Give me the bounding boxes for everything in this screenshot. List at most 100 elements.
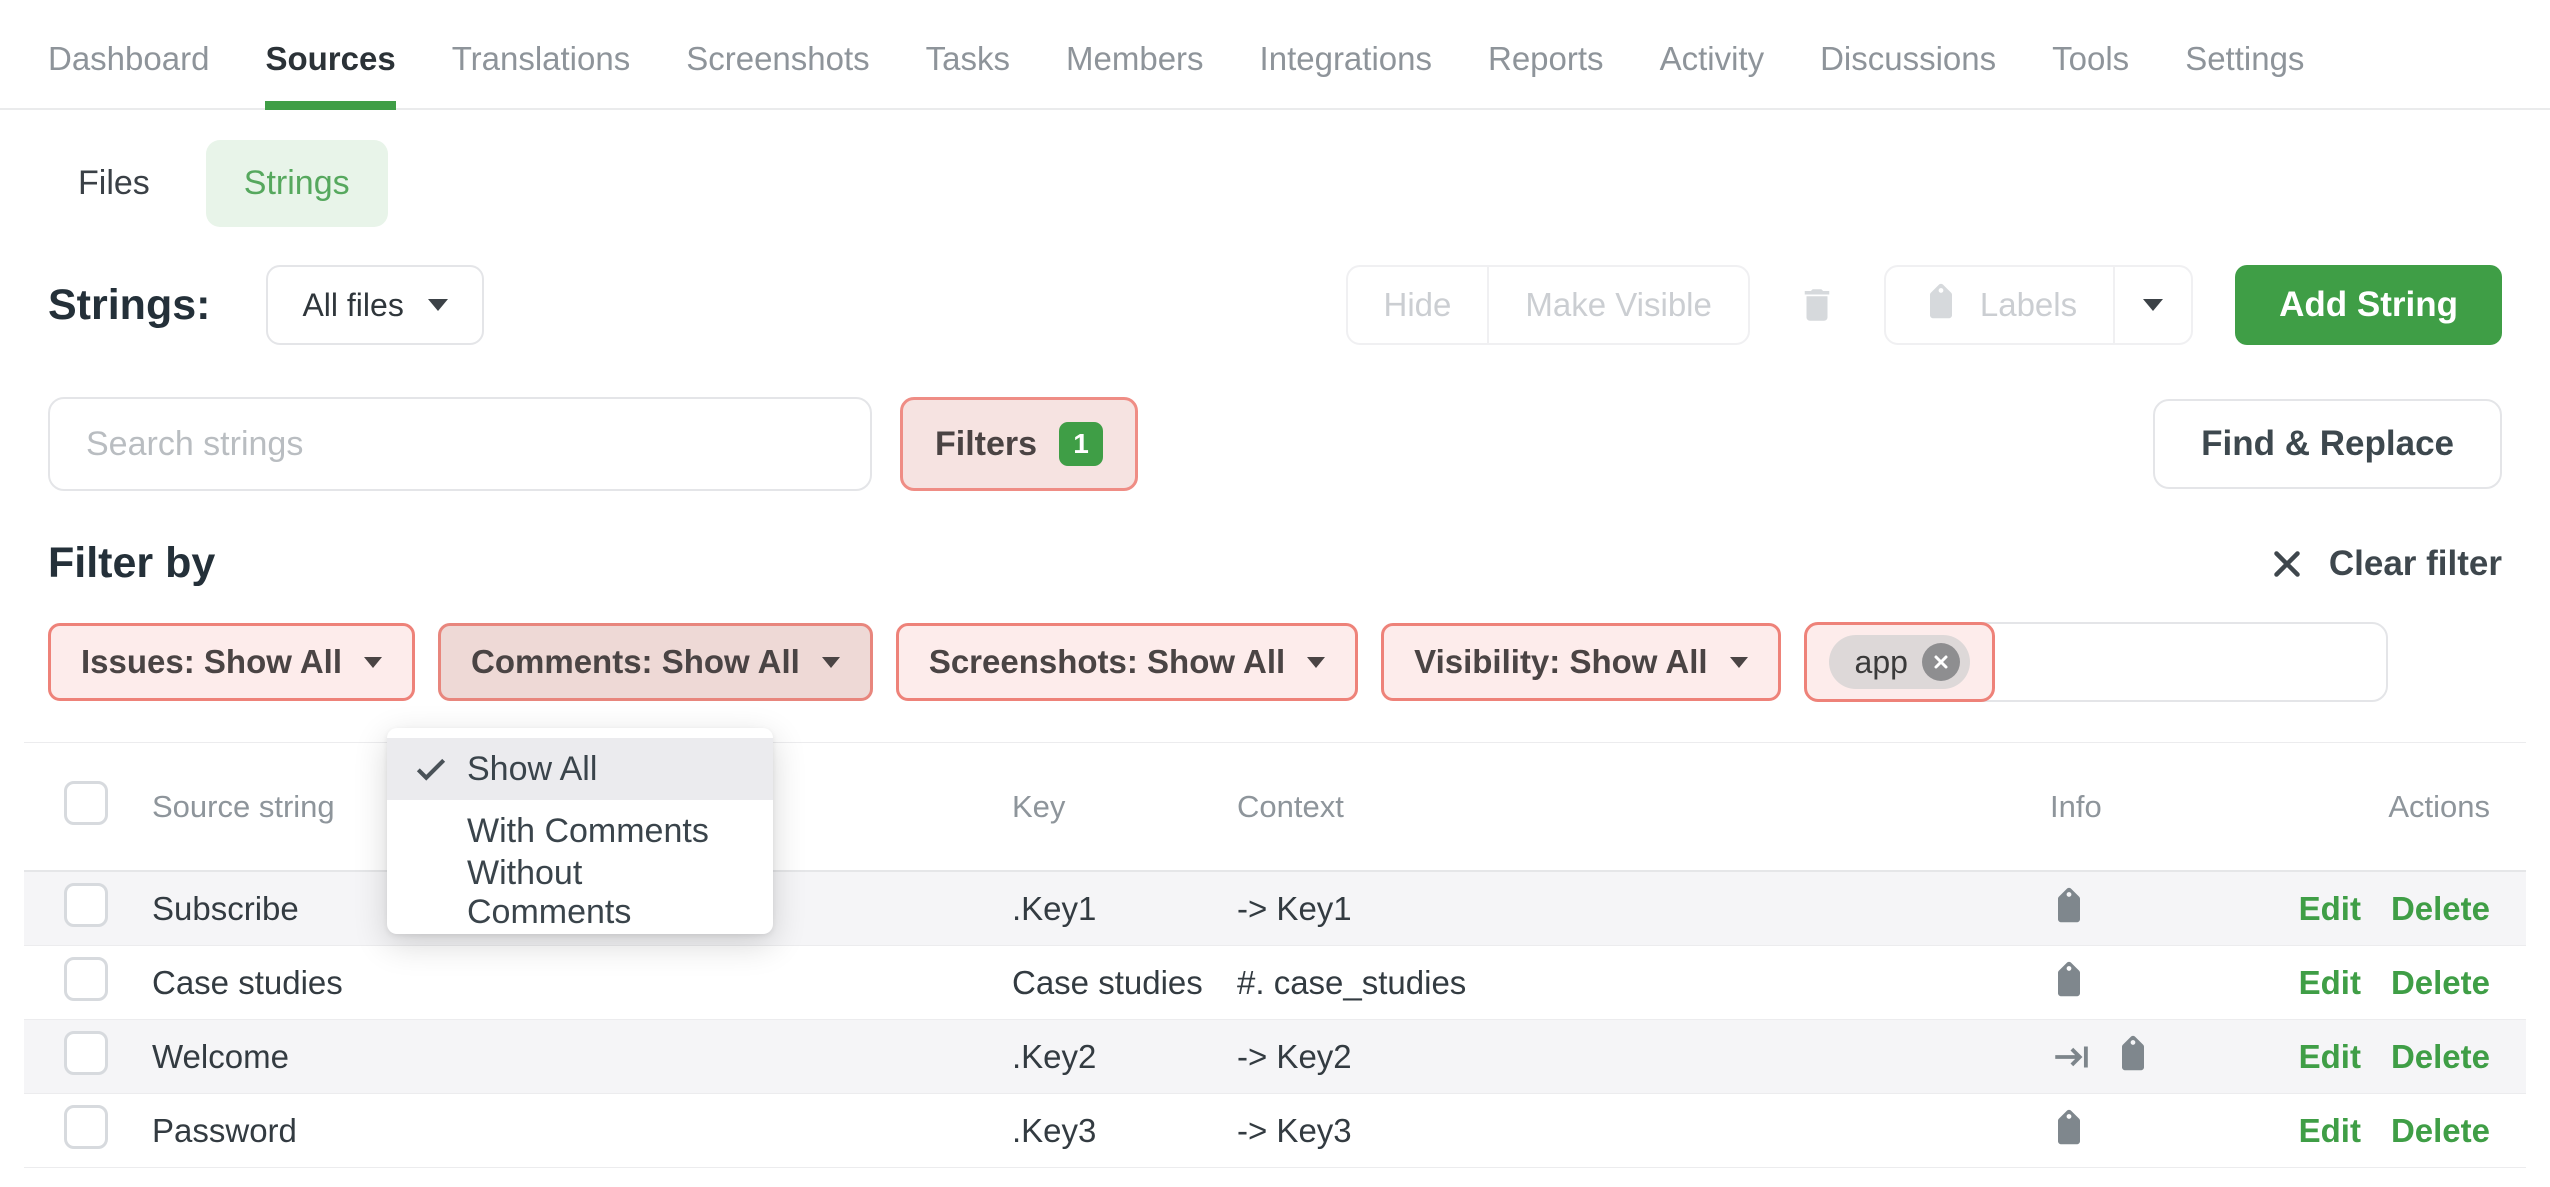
- filter-pill-issues[interactable]: Issues: Show All: [48, 623, 415, 701]
- row-checkbox-cell: [24, 1105, 120, 1157]
- clear-filter-button[interactable]: Clear filter: [2269, 544, 2502, 584]
- nav-item-label: Translations: [452, 40, 631, 77]
- nav-item-dashboard[interactable]: Dashboard: [48, 40, 209, 108]
- labels-button-label: Labels: [1980, 286, 2077, 324]
- file-filter-value: All files: [302, 287, 403, 324]
- nav-item-sources[interactable]: Sources: [265, 40, 395, 108]
- label-chip-text: app: [1855, 644, 1908, 681]
- menu-item-label: With Comments: [467, 812, 709, 851]
- chevron-down-icon: [2143, 299, 2163, 311]
- actions-cell: Edit Delete: [2280, 964, 2526, 1002]
- comments-filter-menu: Show All With Comments Without Comments: [387, 728, 773, 934]
- actions-cell: Edit Delete: [2280, 1112, 2526, 1150]
- delete-link[interactable]: Delete: [2391, 964, 2490, 1002]
- filter-pill-label: Comments: Show All: [471, 643, 800, 681]
- context-cell: -> Key3: [1205, 1112, 1980, 1150]
- visibility-button-group: Hide Make Visible: [1346, 265, 1750, 345]
- filter-pill-label: Issues: Show All: [81, 643, 342, 681]
- labels-filter-input[interactable]: app: [1804, 622, 2388, 702]
- nav-item-screenshots[interactable]: Screenshots: [686, 40, 869, 108]
- table-row: Password .Key3 -> Key3 Edit Delete: [24, 1094, 2526, 1168]
- nav-item-tasks[interactable]: Tasks: [926, 40, 1010, 108]
- actions-cell: Edit Delete: [2280, 890, 2526, 928]
- header-checkbox-cell: [24, 781, 120, 833]
- info-cell: [1980, 1036, 2280, 1078]
- tag-icon: [2042, 1104, 2096, 1158]
- labels-button[interactable]: Labels: [1886, 267, 2113, 343]
- filter-pill-visibility[interactable]: Visibility: Show All: [1381, 623, 1780, 701]
- info-cell: [1980, 1112, 2280, 1150]
- nav-item-label: Settings: [2185, 40, 2304, 77]
- search-input[interactable]: [48, 397, 872, 491]
- tab-files[interactable]: Files: [48, 140, 180, 227]
- select-all-checkbox[interactable]: [64, 781, 108, 825]
- make-visible-button-label: Make Visible: [1525, 286, 1711, 324]
- context-cell: -> Key2: [1205, 1038, 1980, 1076]
- labels-filter-active-zone: app: [1804, 622, 1995, 702]
- delete-link[interactable]: Delete: [2391, 1038, 2490, 1076]
- top-nav: Dashboard Sources Translations Screensho…: [0, 0, 2550, 110]
- nav-item-label: Activity: [1660, 40, 1765, 77]
- strings-toolbar: Strings: All files Hide Make Visible Lab…: [48, 265, 2502, 345]
- nav-item-translations[interactable]: Translations: [452, 40, 631, 108]
- filters-button[interactable]: Filters 1: [900, 397, 1138, 491]
- chevron-down-icon: [428, 299, 448, 311]
- nav-item-label: Tools: [2052, 40, 2129, 77]
- find-replace-button[interactable]: Find & Replace: [2153, 399, 2502, 489]
- filter-pill-comments[interactable]: Comments: Show All: [438, 623, 873, 701]
- table-row: Case studies Case studies #. case_studie…: [24, 946, 2526, 1020]
- nav-item-integrations[interactable]: Integrations: [1260, 40, 1432, 108]
- header-key: Key: [980, 789, 1205, 825]
- key-cell: .Key1: [980, 890, 1205, 928]
- filter-by-title: Filter by: [48, 539, 215, 588]
- menu-item-label: Show All: [467, 750, 597, 789]
- edit-link[interactable]: Edit: [2299, 890, 2361, 928]
- chevron-down-icon: [822, 657, 840, 668]
- page-title: Strings:: [48, 281, 210, 330]
- nav-item-label: Tasks: [926, 40, 1010, 77]
- key-cell: Case studies: [980, 964, 1205, 1002]
- row-checkbox[interactable]: [64, 1031, 108, 1075]
- tag-icon: [2042, 956, 2096, 1010]
- nav-item-label: Screenshots: [686, 40, 869, 77]
- file-filter-select[interactable]: All files: [266, 265, 483, 345]
- info-cell: [1980, 890, 2280, 928]
- table-row: Welcome .Key2 -> Key2 Edit Delete: [24, 1020, 2526, 1094]
- tab-strings[interactable]: Strings: [206, 140, 388, 227]
- row-checkbox[interactable]: [64, 883, 108, 927]
- source-string-cell: Case studies: [120, 964, 980, 1002]
- filters-count-badge: 1: [1059, 422, 1103, 466]
- tag-icon: [1914, 278, 1968, 332]
- menu-item-without-comments[interactable]: Without Comments: [387, 862, 773, 924]
- filter-pill-screenshots[interactable]: Screenshots: Show All: [896, 623, 1358, 701]
- nav-item-label: Sources: [265, 40, 395, 77]
- delete-strings-button[interactable]: [1796, 282, 1838, 328]
- labels-dropdown-button[interactable]: [2113, 267, 2191, 343]
- context-cell: #. case_studies: [1205, 964, 1980, 1002]
- key-cell: .Key3: [980, 1112, 1205, 1150]
- nav-item-settings[interactable]: Settings: [2185, 40, 2304, 108]
- nav-item-discussions[interactable]: Discussions: [1820, 40, 1996, 108]
- add-string-button[interactable]: Add String: [2235, 265, 2502, 345]
- edit-link[interactable]: Edit: [2299, 964, 2361, 1002]
- row-checkbox[interactable]: [64, 1105, 108, 1149]
- remove-label-chip-button[interactable]: [1922, 643, 1960, 681]
- make-visible-button[interactable]: Make Visible: [1487, 267, 1747, 343]
- nav-item-activity[interactable]: Activity: [1660, 40, 1765, 108]
- delete-link[interactable]: Delete: [2391, 1112, 2490, 1150]
- row-checkbox[interactable]: [64, 957, 108, 1001]
- menu-item-with-comments[interactable]: With Comments: [387, 800, 773, 862]
- menu-item-show-all[interactable]: Show All: [387, 738, 773, 800]
- delete-link[interactable]: Delete: [2391, 890, 2490, 928]
- actions-cell: Edit Delete: [2280, 1038, 2526, 1076]
- nav-item-members[interactable]: Members: [1066, 40, 1204, 108]
- edit-link[interactable]: Edit: [2299, 1112, 2361, 1150]
- chevron-down-icon: [1307, 657, 1325, 668]
- hide-button[interactable]: Hide: [1348, 267, 1488, 343]
- menu-item-label: Without Comments: [467, 854, 749, 932]
- nav-item-tools[interactable]: Tools: [2052, 40, 2129, 108]
- nav-item-reports[interactable]: Reports: [1488, 40, 1604, 108]
- labels-button-group: Labels: [1884, 265, 2193, 345]
- clear-filter-label: Clear filter: [2329, 544, 2502, 584]
- edit-link[interactable]: Edit: [2299, 1038, 2361, 1076]
